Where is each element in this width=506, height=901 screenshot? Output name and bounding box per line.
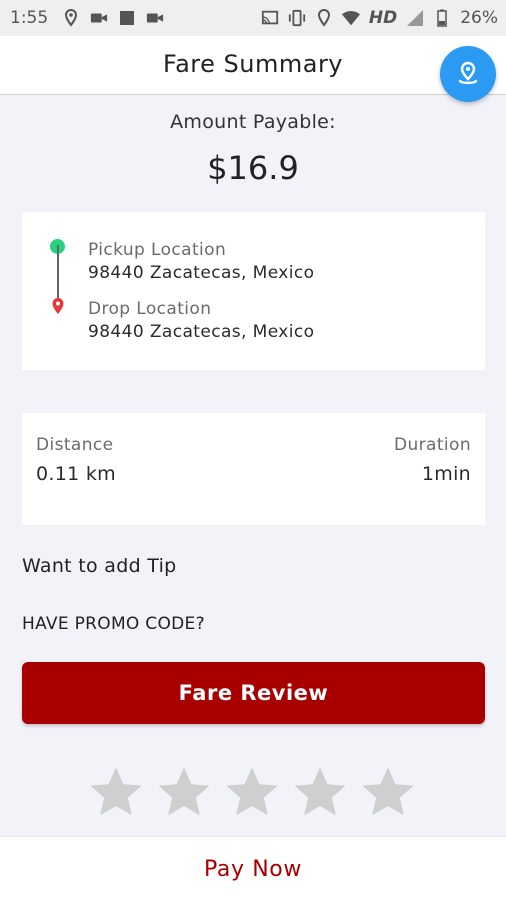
wifi-icon — [341, 10, 360, 26]
duration-value: 1min — [421, 463, 471, 485]
status-time: 1:55 — [10, 8, 49, 28]
rating-star-3-icon[interactable] — [224, 764, 280, 820]
video-camera-icon — [90, 13, 108, 23]
rating-stars — [88, 764, 416, 820]
stop-square-icon — [120, 11, 134, 25]
promo-code-link[interactable]: HAVE PROMO CODE? — [22, 614, 205, 634]
location-icon — [317, 9, 330, 27]
rating-star-1-icon[interactable] — [88, 764, 144, 820]
route-card: Pickup Location 98440 Zacatecas, Mexico … — [22, 212, 485, 370]
signal-icon — [407, 10, 424, 26]
drop-address: 98440 Zacatecas, Mexico — [88, 322, 315, 342]
amount-payable-value: $16.9 — [207, 149, 299, 187]
rating-star-4-icon[interactable] — [292, 764, 348, 820]
network-type: HD — [368, 8, 398, 28]
vibrate-icon — [288, 9, 305, 27]
status-left-icons — [62, 9, 164, 27]
distance-label: Distance — [36, 435, 114, 455]
video-camera-icon — [146, 13, 164, 23]
pickup-label: Pickup Location — [88, 240, 227, 260]
trip-stats-card: Distance 0.11 km Duration 1min — [22, 413, 485, 525]
duration-label: Duration — [393, 435, 471, 455]
battery-level: 26% — [460, 8, 498, 28]
status-right-icons: HD 26% — [261, 8, 498, 28]
fare-review-button[interactable]: Fare Review — [22, 662, 485, 724]
map-location-button[interactable] — [440, 46, 496, 102]
amount-payable-label: Amount Payable: — [170, 111, 336, 133]
cast-icon — [261, 10, 278, 25]
location-pin-icon — [64, 9, 78, 27]
battery-icon — [437, 9, 447, 27]
status-bar: 1:55 HD 26% — [0, 0, 506, 36]
drop-label: Drop Location — [88, 299, 212, 319]
add-tip-link[interactable]: Want to add Tip — [22, 555, 177, 577]
map-pin-icon — [458, 61, 478, 85]
pay-now-button[interactable]: Pay Now — [0, 837, 506, 901]
distance-value: 0.11 km — [36, 463, 116, 485]
page-title: Fare Summary — [162, 50, 344, 78]
pickup-address: 98440 Zacatecas, Mexico — [88, 263, 315, 283]
rating-star-5-icon[interactable] — [360, 764, 416, 820]
route-line — [57, 245, 59, 303]
rating-star-2-icon[interactable] — [156, 764, 212, 820]
drop-pin-icon — [52, 298, 64, 314]
app-header: Fare Summary — [0, 36, 506, 95]
pay-bar: Pay Now — [0, 836, 506, 901]
